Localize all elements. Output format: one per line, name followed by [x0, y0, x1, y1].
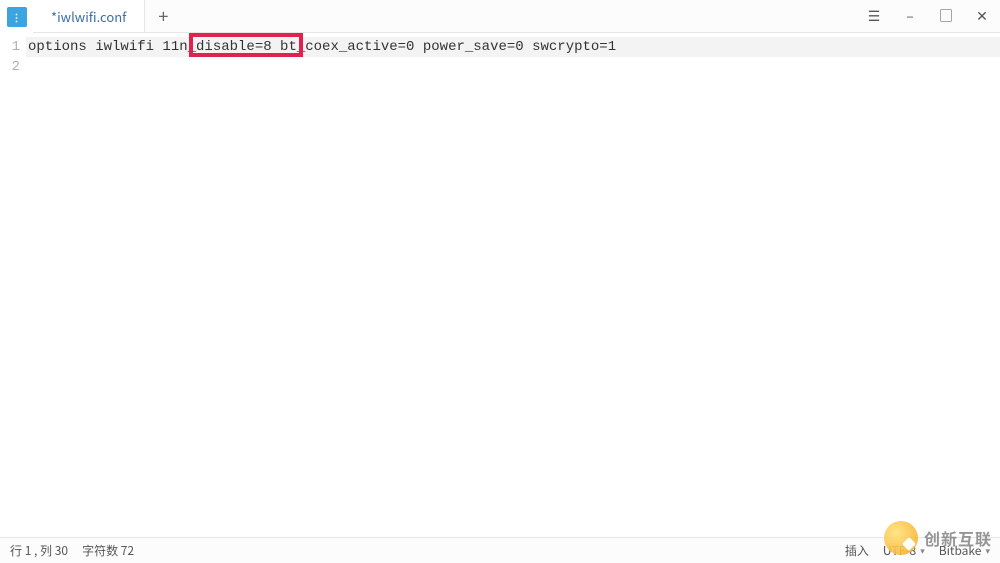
minimize-button[interactable]: – — [892, 0, 928, 33]
status-syntax[interactable]: Bitbake ▾ — [939, 542, 990, 559]
plus-icon: + — [158, 3, 168, 29]
status-encoding-text: UTF-8 — [883, 542, 916, 559]
status-insert-text: 插入 — [845, 542, 869, 559]
maximize-icon: □ — [939, 6, 953, 26]
status-encoding[interactable]: UTF-8 ▾ — [883, 542, 925, 559]
status-position[interactable]: 行 1 , 列 30 — [10, 542, 68, 559]
status-bar: 行 1 , 列 30 字符数 72 插入 UTF-8 ▾ Bitbake ▾ — [0, 537, 1000, 563]
app-icon: ⋮ — [0, 0, 33, 33]
text-editor[interactable]: options iwlwifi 11n_disable=8 bt_coex_ac… — [26, 33, 1000, 537]
status-chars-text: 字符数 72 — [82, 542, 134, 559]
window-controls: ☰ – □ ✕ — [856, 0, 1000, 32]
line-number: 1 — [0, 37, 26, 57]
title-bar: ⋮ *iwlwifi.conf + ☰ – □ ✕ — [0, 0, 1000, 33]
close-icon: ✕ — [976, 6, 988, 26]
status-chars[interactable]: 字符数 72 — [82, 542, 134, 559]
tab-title: *iwlwifi.conf — [51, 7, 126, 26]
code-line — [26, 57, 1000, 77]
line-number: 2 — [0, 57, 26, 77]
close-button[interactable]: ✕ — [964, 0, 1000, 33]
code-line: options iwlwifi 11n_disable=8 bt_coex_ac… — [26, 37, 1000, 57]
app-logo-icon: ⋮ — [7, 7, 27, 27]
title-spacer — [181, 0, 856, 32]
chevron-down-icon: ▾ — [985, 544, 990, 557]
tab-file[interactable]: *iwlwifi.conf — [33, 0, 145, 32]
chevron-down-icon: ▾ — [920, 544, 925, 557]
editor-area: 1 2 options iwlwifi 11n_disable=8 bt_coe… — [0, 33, 1000, 537]
status-position-text: 行 1 , 列 30 — [10, 542, 68, 559]
line-number-gutter: 1 2 — [0, 33, 26, 537]
new-tab-button[interactable]: + — [145, 0, 181, 32]
maximize-button[interactable]: □ — [928, 0, 964, 33]
status-syntax-text: Bitbake — [939, 542, 982, 559]
menu-button[interactable]: ☰ — [856, 0, 892, 33]
minimize-icon: – — [906, 6, 914, 26]
status-insert-mode[interactable]: 插入 — [845, 542, 869, 559]
hamburger-icon: ☰ — [868, 6, 881, 26]
